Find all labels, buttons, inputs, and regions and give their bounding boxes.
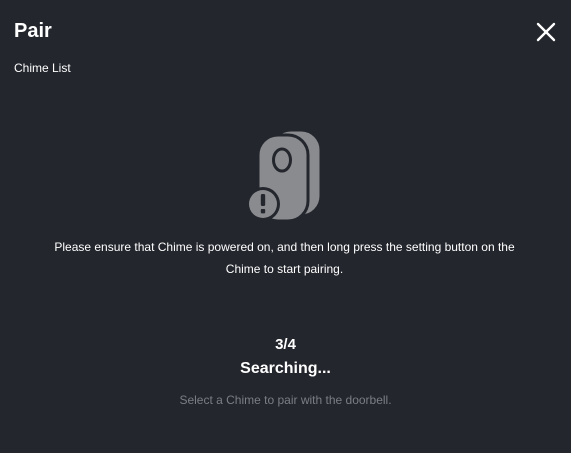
step-counter: 3/4 xyxy=(275,336,296,353)
chime-illustration xyxy=(244,128,324,223)
close-button[interactable] xyxy=(533,19,559,45)
chime-warning-icon xyxy=(246,128,323,223)
close-icon xyxy=(536,22,556,42)
pairing-instruction: Please ensure that Chime is powered on, … xyxy=(54,240,515,276)
searching-status: Searching... xyxy=(240,360,331,377)
breadcrumb-chime-list: Chime List xyxy=(14,61,71,75)
pairing-hint: Select a Chime to pair with the doorbell… xyxy=(179,393,392,407)
dialog-title: Pair xyxy=(14,20,52,42)
pair-dialog: Pair Chime List Please ensure that Chime… xyxy=(0,0,571,453)
